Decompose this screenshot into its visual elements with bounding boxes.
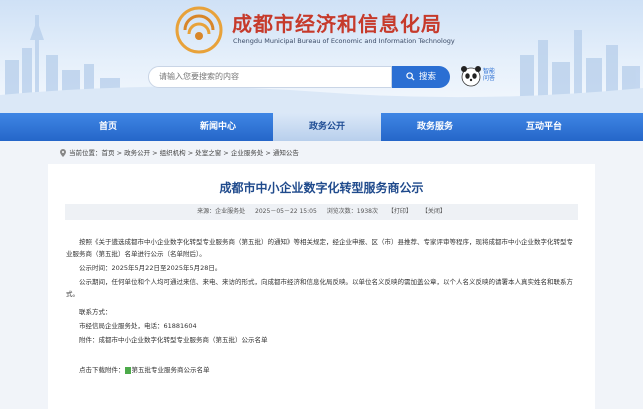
article-paragraph-1: 按照《关于遴选成都市中小企业数字化转型专业服务商（第五批）的通知》等相关规定，经… bbox=[66, 238, 573, 258]
breadcrumb: 当前位置：首页 > 政务公开 > 组织机构 > 处室之窗 > 企业服务处 > 通… bbox=[60, 147, 299, 157]
site-subtitle-en: Chengdu Municipal Bureau of Economic and… bbox=[233, 37, 455, 45]
nav-item-gov-affairs[interactable]: 政务公开 bbox=[273, 113, 381, 141]
search-icon bbox=[406, 72, 415, 81]
meta-date: 2025－05－22 15:05 bbox=[255, 208, 317, 215]
site-header: 成都市经济和信息化局 Chengdu Municipal Bureau of E… bbox=[0, 0, 643, 113]
search-button-label: 搜索 bbox=[418, 72, 436, 82]
search-button[interactable]: 搜索 bbox=[392, 66, 450, 88]
contact-heading: 联系方式： bbox=[79, 308, 112, 316]
panda-assistant-icon[interactable] bbox=[460, 64, 482, 88]
search-input[interactable]: 请输入您要搜索的内容 bbox=[148, 66, 392, 88]
assistant-label[interactable]: 智能问答 bbox=[483, 68, 499, 82]
article-meta-bar: 来源：企业服务处 2025－05－22 15:05 浏览次数：1938次 【打印… bbox=[65, 204, 578, 220]
nav-item-news[interactable]: 新闻中心 bbox=[163, 113, 273, 141]
print-link[interactable]: 【打印】 bbox=[388, 208, 412, 215]
close-link[interactable]: 【关闭】 bbox=[422, 208, 446, 215]
article-paragraph-2: 公示时间：2025年5月22日至2025年5月28日。 bbox=[79, 264, 222, 272]
main-nav: 首页 新闻中心 政务公开 政务服务 互动平台 bbox=[0, 113, 643, 141]
download-line: 点击下载附件： 第五批专业服务商公示名单 bbox=[66, 364, 576, 376]
nav-item-interaction[interactable]: 互动平台 bbox=[489, 113, 599, 141]
breadcrumb-text[interactable]: 当前位置：首页 > 政务公开 > 组织机构 > 处室之窗 > 企业服务处 > 通… bbox=[69, 149, 299, 157]
attachment-note: 附件：成都市中小企业数字化转型专业服务商（第五批）公示名单 bbox=[79, 336, 268, 344]
meta-views: 浏览次数：1938次 bbox=[326, 208, 378, 215]
location-pin-icon bbox=[60, 149, 66, 157]
nav-item-home[interactable]: 首页 bbox=[53, 113, 163, 141]
download-prefix: 点击下载附件： bbox=[79, 366, 125, 374]
site-title: 成都市经济和信息化局 bbox=[232, 12, 442, 36]
bureau-logo bbox=[175, 6, 223, 54]
contact-info: 市经信局企业服务处，电话：61881604 bbox=[79, 322, 197, 330]
nav-item-gov-services[interactable]: 政务服务 bbox=[381, 113, 489, 141]
file-attachment-icon bbox=[124, 366, 131, 374]
download-file-link[interactable]: 第五批专业服务商公示名单 bbox=[132, 366, 210, 374]
article-panel: 成都市中小企业数字化转型服务商公示 来源：企业服务处 2025－05－22 15… bbox=[48, 164, 595, 409]
article-paragraph-3: 公示期间，任何单位和个人均可通过来信、来电、来访的形式，向成都市经济和信息化局反… bbox=[66, 278, 573, 298]
article-title: 成都市中小企业数字化转型服务商公示 bbox=[219, 181, 424, 195]
meta-source: 来源：企业服务处 bbox=[197, 208, 246, 215]
